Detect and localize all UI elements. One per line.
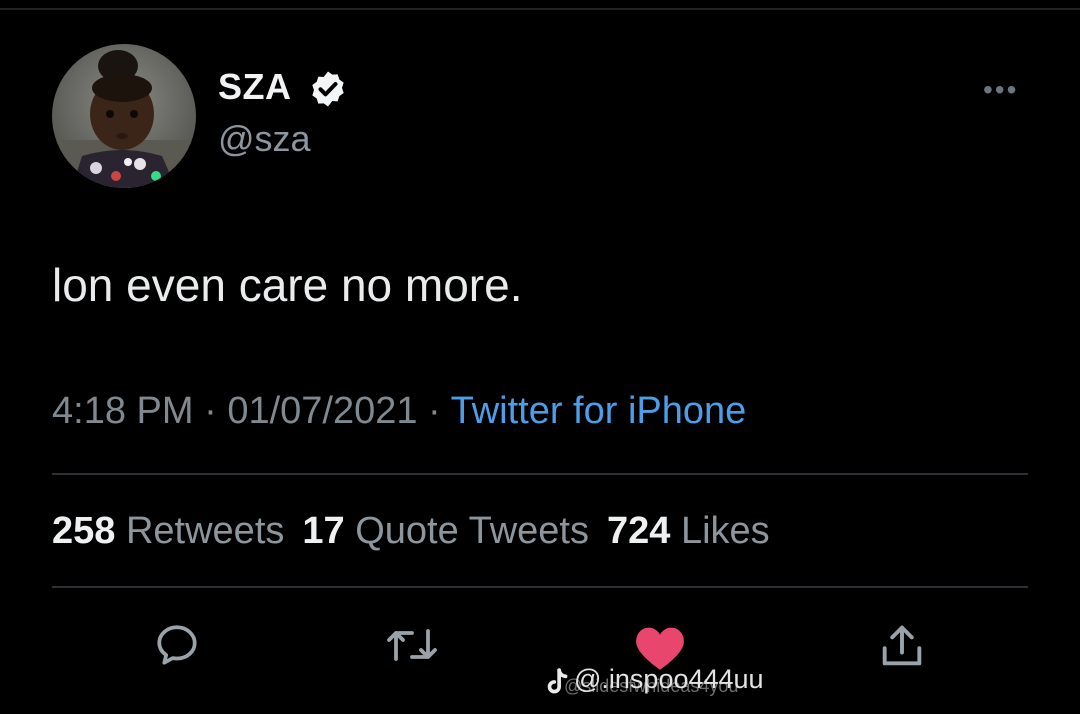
share-icon[interactable] [876, 620, 928, 672]
divider [52, 586, 1028, 588]
display-name[interactable]: SZA [218, 66, 292, 108]
meta-separator: · [417, 390, 451, 432]
verified-badge-icon [312, 71, 344, 107]
retweets-label: Retweets [125, 510, 285, 552]
avatar-photo [52, 44, 196, 188]
engagement-stats: 258 Retweets 17 Quote Tweets 724 Likes [52, 510, 770, 553]
tweet-meta: 4:18 PM · 01/07/2021 · Twitter for iPhon… [52, 390, 746, 433]
quote-tweets-label: Quote Tweets [355, 510, 589, 552]
retweets-count: 258 [52, 510, 116, 552]
top-divider [0, 8, 1080, 10]
reply-icon[interactable] [152, 620, 202, 670]
likes-stat[interactable]: 724 Likes [607, 510, 770, 552]
tweet-date[interactable]: 01/07/2021 [227, 390, 417, 432]
retweets-stat[interactable]: 258 Retweets [52, 510, 284, 552]
tweet-text: lon even care no more. [52, 259, 523, 311]
likes-label: Likes [680, 510, 770, 552]
user-handle[interactable]: @sza [218, 118, 311, 160]
quote-tweets-stat[interactable]: 17 Quote Tweets [302, 510, 589, 552]
avatar[interactable] [52, 44, 196, 188]
likes-count: 724 [607, 510, 671, 552]
watermark-text: @.inspoo444uu [574, 664, 764, 694]
tweet-time[interactable]: 4:18 PM [52, 390, 194, 432]
meta-separator: · [193, 390, 228, 432]
retweet-icon[interactable] [384, 620, 440, 670]
more-options-icon[interactable]: ••• [983, 74, 1018, 106]
tiktok-logo-icon [547, 668, 568, 694]
divider [52, 473, 1028, 475]
quote-tweets-count: 17 [302, 510, 345, 552]
tweet-source-link[interactable]: Twitter for iPhone [451, 390, 747, 432]
